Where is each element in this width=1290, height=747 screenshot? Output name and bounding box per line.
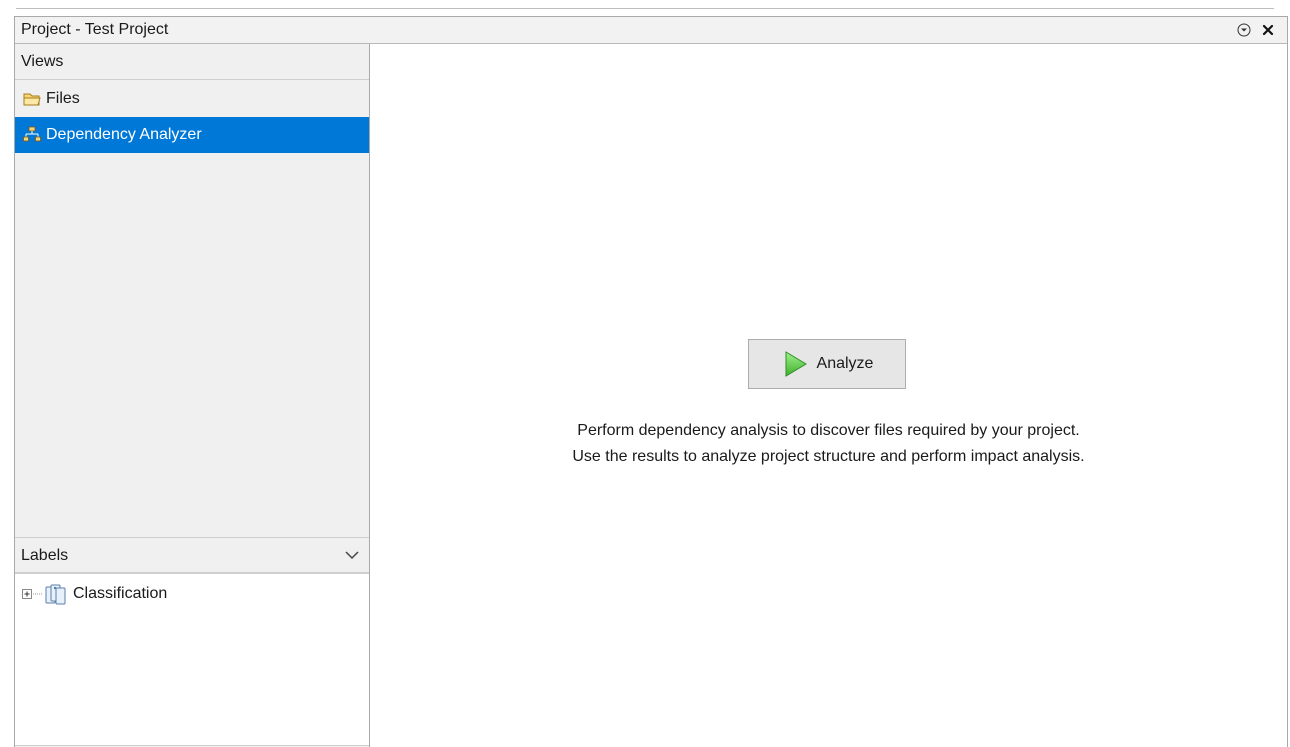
view-item-label: Files [46,90,80,107]
project-panel: Project - Test Project Views Files Depen… [14,16,1288,747]
main-content: Analyze Perform dependency analysis to d… [370,44,1287,747]
description-line-2: Use the results to analyze project struc… [572,448,1085,465]
view-item-dependency-analyzer[interactable]: Dependency Analyzer [15,117,369,153]
labels-header[interactable]: Labels [15,537,369,573]
view-item-files[interactable]: Files [15,81,369,117]
top-divider [16,8,1274,9]
analyze-button-label: Analyze [816,355,874,372]
labels-header-label: Labels [21,547,69,564]
panel-menu-button[interactable] [1235,21,1253,39]
labels-tree: Classification [15,573,369,746]
top-strip [0,0,1290,9]
left-sidebar: Views Files Dependency Analyzer Labels C… [15,44,370,747]
chevron-down-icon[interactable] [345,551,359,560]
close-panel-button[interactable] [1259,21,1277,39]
tree-item-label: Classification [73,585,168,602]
close-icon [1262,24,1274,36]
play-icon [785,351,807,377]
description-line-1: Perform dependency analysis to discover … [577,422,1080,439]
analyze-button[interactable]: Analyze [748,339,906,389]
folder-icon [23,93,41,106]
expand-plus-icon[interactable] [21,588,33,600]
chevron-circle-down-icon [1237,23,1251,37]
hierarchy-icon [23,126,41,142]
views-header-label: Views [21,53,64,70]
tree-connector-icon [33,593,42,595]
tree-item-classification[interactable]: Classification [21,583,167,605]
label-category-icon [45,584,66,605]
panel-title-bar: Project - Test Project [15,16,1287,44]
panel-title: Project - Test Project [21,21,169,38]
views-header: Views [15,44,369,80]
view-item-label: Dependency Analyzer [46,126,202,143]
views-list: Files Dependency Analyzer [15,81,369,153]
